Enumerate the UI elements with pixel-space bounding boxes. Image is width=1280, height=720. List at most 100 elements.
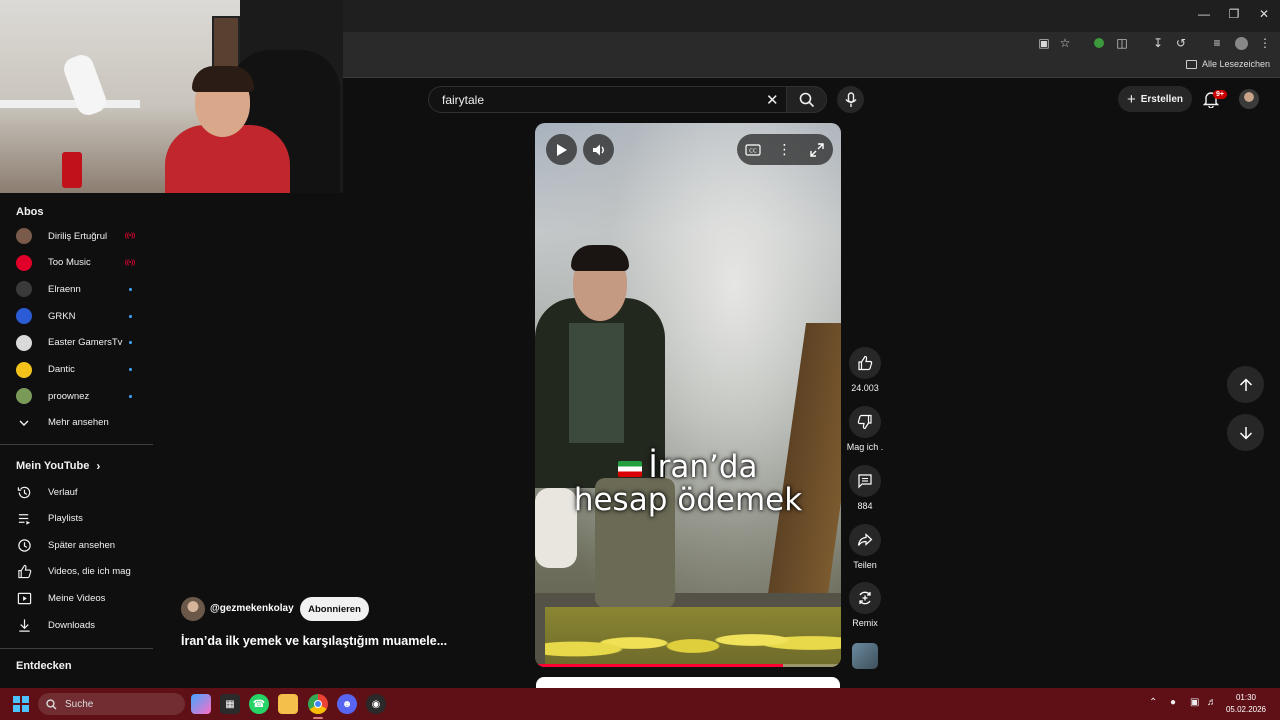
extension-shield-icon[interactable] xyxy=(1091,35,1107,51)
sidebar-item-playlists[interactable]: Playlists xyxy=(0,506,153,532)
more-options-button[interactable]: ⋮ xyxy=(769,134,800,165)
new-content-dot xyxy=(129,287,132,291)
comment-count: 884 xyxy=(857,501,873,511)
sound-thumbnail[interactable] xyxy=(852,643,878,669)
arrow-down-icon xyxy=(1239,426,1252,440)
download-icon[interactable]: ↧ xyxy=(1150,35,1166,51)
captions-button[interactable]: CC xyxy=(737,134,768,165)
discord-icon[interactable]: ☻ xyxy=(337,694,357,714)
sidebar-channel-item[interactable]: proownez xyxy=(0,383,153,409)
search-input[interactable]: fairytale ✕ xyxy=(428,86,788,113)
windows-taskbar: Suche ▦ ☎ ☻ ◉ ⌃ ● ▣ ♬ 01:30 05.02.2026 xyxy=(0,688,1280,720)
previous-short-button[interactable] xyxy=(1227,366,1264,403)
minimize-icon[interactable]: — xyxy=(1188,0,1220,28)
share-action: Teilen xyxy=(845,524,885,570)
all-bookmarks-label: Alle Lesezeichen xyxy=(1201,59,1270,69)
next-short-button[interactable] xyxy=(1227,414,1264,451)
windows-start-icon[interactable] xyxy=(13,696,29,712)
account-avatar[interactable] xyxy=(1239,89,1259,109)
create-label: Erstellen xyxy=(1140,93,1183,105)
file-explorer-icon[interactable] xyxy=(278,694,298,714)
share-button[interactable] xyxy=(849,524,881,556)
clock-date: 05.02.2026 xyxy=(1225,705,1267,714)
close-window-icon[interactable]: ✕ xyxy=(1248,0,1280,28)
sidebar-channel-label: Elraenn xyxy=(48,283,81,295)
caption-line-1: İran’da xyxy=(648,449,758,485)
all-bookmarks-button[interactable]: Alle Lesezeichen xyxy=(1185,59,1270,69)
chrome-icon[interactable] xyxy=(308,694,328,714)
history-icon[interactable]: ↺ xyxy=(1173,35,1189,51)
extensions-icon[interactable]: ◫ xyxy=(1114,35,1130,51)
media-queue-icon[interactable]: ≡ xyxy=(1209,35,1225,51)
like-icon xyxy=(16,564,32,580)
create-button[interactable]: + Erstellen xyxy=(1118,86,1192,112)
fullscreen-icon xyxy=(809,142,824,157)
short-video-player[interactable]: İran’da hesap ödemek CC ⋮ xyxy=(535,123,841,667)
sidebar-divider xyxy=(0,444,153,445)
search-icon xyxy=(799,92,814,107)
voice-search-button[interactable] xyxy=(837,86,864,113)
sidebar-channel-item[interactable]: Diriliş Ertuğrul ((•)) xyxy=(0,223,153,249)
sidebar-item-label: Videos, die ich mag xyxy=(48,566,131,578)
new-content-dot xyxy=(129,368,132,371)
sidebar-item-label: Downloads xyxy=(48,619,95,631)
whatsapp-icon[interactable]: ☎ xyxy=(249,694,269,714)
sidebar-item-history[interactable]: Verlauf xyxy=(0,479,153,505)
sidebar-channel-item[interactable]: Elraenn xyxy=(0,276,153,302)
like-button[interactable] xyxy=(849,347,881,379)
sidebar-item-like[interactable]: Videos, die ich mag xyxy=(0,559,153,585)
more-vert-icon: ⋮ xyxy=(777,141,792,157)
cast-icon[interactable]: ▣ xyxy=(1036,35,1052,51)
fullscreen-button[interactable] xyxy=(801,134,832,165)
channel-avatar xyxy=(16,254,32,271)
channel-handle[interactable]: @gezmekenkolay xyxy=(210,603,294,614)
subscribe-button[interactable]: Abonnieren xyxy=(300,597,369,621)
sidebar-channel-item[interactable]: Dantic xyxy=(0,357,153,383)
tray-overflow-icon[interactable]: ⌃ xyxy=(1149,697,1157,708)
remix-action: Remix xyxy=(845,582,885,628)
volume-button[interactable] xyxy=(583,134,614,165)
show-more-button[interactable]: Mehr ansehen xyxy=(0,410,153,436)
sidebar-channel-label: Diriliş Ertuğrul xyxy=(48,230,108,242)
video-progress-bar[interactable] xyxy=(535,664,841,667)
play-icon xyxy=(556,143,567,156)
my-youtube-heading[interactable]: Mein YouTube › xyxy=(16,459,100,473)
bookmark-star-icon[interactable]: ☆ xyxy=(1057,35,1073,51)
taskbar-clock[interactable]: 01:30 05.02.2026 xyxy=(1222,692,1270,716)
remix-button[interactable] xyxy=(849,582,881,614)
profile-icon[interactable] xyxy=(1233,35,1249,51)
subscriptions-heading[interactable]: Abos xyxy=(16,206,44,218)
sidebar-item-download[interactable]: Downloads xyxy=(0,612,153,638)
sidebar-item-my-videos[interactable]: Meine Videos xyxy=(0,585,153,611)
search-button[interactable] xyxy=(786,86,827,113)
sidebar-channel-item[interactable]: GRKN xyxy=(0,303,153,329)
restore-icon[interactable]: ❐ xyxy=(1218,0,1250,28)
tray-microphone-icon[interactable]: ● xyxy=(1170,697,1176,708)
sidebar-channel-item[interactable]: Too Music ((•)) xyxy=(0,250,153,276)
tray-network-icon[interactable]: ▣ xyxy=(1190,697,1199,708)
tray-volume-icon[interactable]: ♬ xyxy=(1207,697,1217,708)
sidebar-channel-item[interactable]: Easter GamersTv xyxy=(0,330,153,356)
store-icon[interactable]: ▦ xyxy=(220,694,240,714)
like-count: 24.003 xyxy=(851,383,879,393)
dislike-button[interactable] xyxy=(849,406,881,438)
captions-icon: CC xyxy=(744,143,761,156)
comments-button[interactable] xyxy=(849,465,881,497)
explore-heading: Entdecken xyxy=(16,660,72,672)
comment-icon xyxy=(858,474,872,489)
copilot-icon[interactable] xyxy=(191,694,211,714)
channel-avatar[interactable] xyxy=(181,597,205,621)
sidebar-item-label: Meine Videos xyxy=(48,592,106,604)
taskbar-search[interactable]: Suche xyxy=(38,693,185,715)
short-title[interactable]: İran’da ilk yemek ve karşılaştığım muame… xyxy=(181,634,447,648)
explore-label: Entdecken xyxy=(16,660,72,672)
browser-menu-icon[interactable]: ⋮ xyxy=(1257,35,1273,51)
next-short-preview[interactable] xyxy=(536,677,840,688)
sidebar-item-label: Playlists xyxy=(48,513,83,525)
play-button[interactable] xyxy=(546,134,577,165)
dislike-action: Mag ich . xyxy=(845,406,885,452)
sidebar-item-watch-later[interactable]: Später ansehen xyxy=(0,532,153,558)
clear-search-icon[interactable]: ✕ xyxy=(766,91,779,109)
obs-icon[interactable]: ◉ xyxy=(366,694,386,714)
video-progress-fill xyxy=(535,664,783,667)
